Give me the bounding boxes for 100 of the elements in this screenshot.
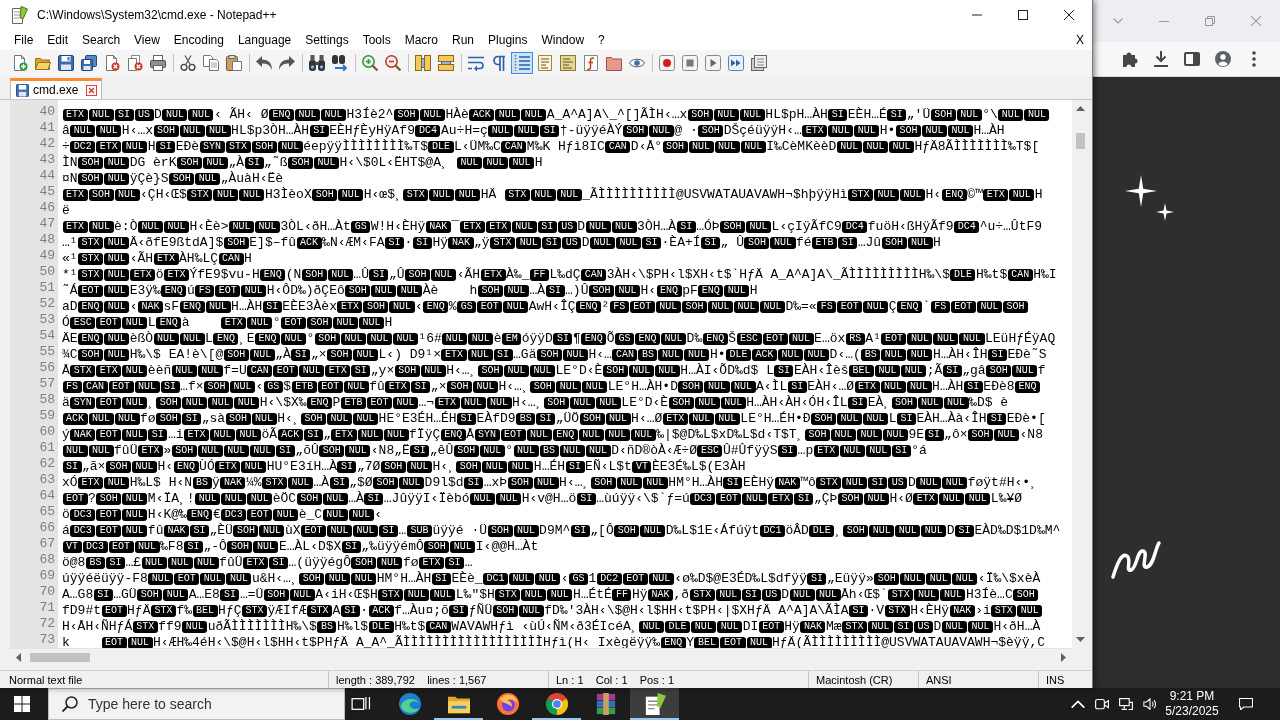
code-line: ˜Á EOT NUL E3ÿ‰ ENQ ú FS EOT NUL H‹ÔD‰)ðÇEô SOH NUL NUL Àè h SOH NUL …À SI …)Û SOH NUL H‹ ENQ pF ENQ NUL H — [62, 283, 758, 299]
toolbar-button[interactable] — [725, 52, 747, 74]
code-line: «¹ STX NUL ‹ÃH ETX ÀH‰LÇ CAN H — [62, 251, 252, 267]
code-line: ä SYN EOT NUL ¸ SOH NUL NUL NUL H‹\$X‰ ENQ P ETB EOT NUL …¬ ETX NUL NUL H‹…¸ SOH NUL NUL LE°D‹È SOH NUL NUL H…ÀH‹ÀH‹ÓH‹ÎL SI EÀ¸ SOH NUL NUL ‰D$ è — [62, 395, 1009, 411]
toolbar-button[interactable] — [748, 52, 770, 74]
status-text: Normal text file — [9, 672, 83, 687]
close-tab-icon[interactable] — [86, 84, 98, 96]
folder-icon — [606, 55, 622, 71]
code-line: …¹ STX NUL Ä‹ðfE9ßtdA]$ SOH E]$–fû ACK ‰N‹ÆM‹FA SI · SI Hÿ NAK „ÿ STX NUL SI US D NUL NUL SI ·ÈA+Í SI „ Û SOH NUL fé ETB SI …Jû SOH NUL H — [62, 235, 941, 251]
toolbar-button[interactable] — [382, 52, 404, 74]
menu-item[interactable]: Edit — [40, 31, 76, 49]
menu-item[interactable]: Macro — [397, 31, 445, 49]
line-number: 42 — [39, 136, 55, 152]
menu-item[interactable]: Settings — [298, 31, 356, 49]
toolbar-button[interactable] — [147, 52, 169, 74]
status-text: Ln : 1 Col : 1 Pos : 1 — [556, 672, 674, 687]
vertical-scrollbar[interactable] — [1072, 100, 1089, 648]
more-icon[interactable] — [1251, 51, 1256, 67]
code-line: â NUL NUL H‹…x SOH NUL NUL HL$p3ÒH…ÀH SI EÈHƒÈyHÿAf9 DC4 Au÷H=ç NUL NUL SI †-üÿÿéÀÝ SOH NUL @ · SOH DŠçéüÿÿH‹… ETX NUL NUL H• SOH NUL NUL H…ÀH — [62, 123, 1005, 139]
record-icon — [659, 55, 675, 71]
menu-item[interactable]: Tools — [355, 31, 398, 49]
menu-item[interactable]: Encoding — [166, 31, 231, 49]
line-number: 48 — [39, 232, 55, 248]
caret-right-icon[interactable] — [1061, 652, 1066, 662]
scroll-thumb[interactable] — [1076, 133, 1085, 149]
scroll-thumb[interactable] — [30, 652, 90, 662]
video-camera-icon[interactable] — [1095, 697, 1109, 711]
toolbar-button[interactable] — [306, 52, 328, 74]
toolbar-button[interactable] — [78, 52, 100, 74]
page-x-icon — [104, 55, 120, 71]
copy-icon — [203, 55, 219, 71]
line-number: 52 — [39, 296, 55, 312]
line-number: 56 — [39, 360, 55, 376]
code-line: aD ENQ NUL ‹ NAK sF ENQ NUL H…ÀH SI EÈE3Àèx ETX SOH NUL ‹ ENQ % GS EOT NUL AwH‹ÎÇ ENQ ² FS EOT NUL SOH NUL NUL NUL D‰=« FS EOT NUL Ç ENQ ` FS EOT NUL SOH — [62, 299, 1029, 315]
code-line: NUL NUL fûÜ ETX » SOH NUL NUL NUL SI „õÛ SOH NUL ‹N8„Ë SI „êÛ SOH NUL ° NUL BS NUL NUL D‹ñD®òÀ‹Æ÷Ø ESC Û#ÛfÿÿS SI …p ETX NUL NUL SI °á — [62, 443, 927, 459]
note-lines-icon — [560, 55, 576, 71]
search-field[interactable]: Type here to search — [48, 688, 345, 720]
code-line: á DC3 EOT NUL fû NAK SI „ÈÜ SOH NUL ùX EOT NUL NUL SI … SUB üÿÿé ·Ü SOH NUL D9M^ SI „[Ô SOH NUL D‰L$1E‹Áfúÿt DC1 öÂD DLE ¸ SOH NUL NUL NUL D SI EÀD‰D$1D‰M^ — [62, 523, 1061, 539]
chevron-up-icon[interactable] — [1071, 699, 1085, 709]
page-lines-icon — [537, 55, 553, 71]
menu-item[interactable]: Window — [534, 31, 592, 49]
download-icon[interactable] — [1152, 51, 1169, 67]
code-line: ETX NUL SI US D NUL NUL ‹ ÃH‹ Ø ENQ NUL NUL H3Íè2^ SOH NUL HÀè ACK NUL NUL A_A^A]A\_^[]ÃÌH‹…x SOH NUL NUL HL$pH…ÀH SI EÈH…É SI „'Ü SOH NUL °\ NUL NUL — [62, 107, 1050, 123]
code-line: ö@8 BS SI …£ NUL NUL NUL fûÜ ETX SI …(üÿÿégÔ SOH NUL fø ETX SI … — [62, 555, 473, 571]
profile-icon[interactable] — [1214, 51, 1231, 67]
start-icon[interactable] — [14, 696, 30, 712]
code-line: ETX NUL è:Ò NUL NUL H‹Èè> NUL NUL 3ÒL‹ðH…Àt GS W!H‹ÈHÿ NAK ¯ ETX ETX NUL SI US D NUL NUL 3ÒH…À SI …ÓÞ SOH NUL L‹çIÿÃfC9 DC4 fuöH‹ßHÿÃf9 DC4 ^u÷…ÛtF9 — [62, 219, 1043, 235]
taskbar-button[interactable] — [630, 688, 679, 720]
code-line: xÓ ETX NUL H‰L$ H‹N BS ÿ NAK ¼% STX NUL …À SI „$Ø SOH NUL D9l$d SI …xÞ SOH NUL H‹…¸ SOH NUL NUL HM°H…ÀH SI EÈHÿ NAK ™ô STX NUL SI US D NUL NUL føÿt#H‹•¸ — [62, 475, 1038, 491]
toolbar-button[interactable] — [656, 52, 678, 74]
floppy-icon — [16, 83, 29, 97]
toolbar-button[interactable] — [177, 52, 199, 74]
caret-left-icon[interactable] — [16, 652, 21, 662]
line-number: 41 — [39, 120, 55, 136]
flame-globe-icon — [496, 693, 519, 715]
close-icon[interactable] — [1064, 10, 1074, 20]
function-page-icon — [583, 55, 599, 71]
maximize-icon[interactable] — [1018, 10, 1028, 20]
code-line: ý NAK EOT NUL SI …i ETX NUL NUL öÃ ACK SI „ ETX NUL NUL fÏÿÇ ENQ Å SYN EOT NUL ENQ NUL NUL NUL ‰|$@D‰L$xD‰L$d‹T$T¸ SOH NUL NUL NUL 9E SI „ô× SOH NUL ‹N8 — [62, 427, 1043, 443]
line-number: 54 — [39, 328, 55, 344]
line-number: 60 — [39, 424, 55, 440]
code-line: úÿÿéëüÿÿ-F8 NUL EOT NUL NUL u&H‹…¸ SOH NUL NUL HM°H…ÀH SI EÈè_ DC1 NUL NUL ‹ GS 1 DC2 EOT NUL ‹ø‰D$@E3ÉD‰L$dfÿÿ SI „Eüÿÿ» SOH NUL NUL NUL ‹Ï‰\$xèÀ — [62, 571, 1041, 587]
line-number: 65 — [39, 504, 55, 520]
menu-item[interactable]: View — [127, 31, 167, 49]
caret-up-icon[interactable] — [1076, 106, 1085, 111]
line-number: 64 — [39, 488, 55, 504]
open-folder-icon — [35, 55, 51, 71]
menu-item[interactable]: Language — [230, 31, 299, 49]
line-number: 45 — [39, 184, 55, 200]
status-text: length : 389,792 lines : 1,567 — [336, 672, 487, 687]
file-tab[interactable]: cmd.exe — [10, 78, 103, 99]
line-number: 69 — [39, 568, 55, 584]
stop-icon — [682, 55, 698, 71]
swirl-icon — [398, 693, 421, 715]
code-line: Ó ESC EOT NUL L ENQ à ETX NUL ° EOT SOH NUL NUL H — [62, 315, 393, 331]
network-icon[interactable] — [1119, 697, 1133, 711]
toolbar-button[interactable] — [223, 52, 245, 74]
code-line: FS CAN EOT NUL SI …f× SOH NUL ‹ GS $ ETB EOT NUL fû ETX SI „× SOH NUL H‹…¸ SOH NUL NUL LE°H…ÀH•D SOH NUL NUL A‹ÌL SI EÀH‹…Ø ETX NUL NUL H…ÀH SI EÐè8 ENQ — [62, 379, 1041, 395]
stacked-panes-icon — [438, 55, 454, 71]
line-number: 53 — [39, 312, 55, 328]
menu-item[interactable]: ? — [591, 31, 612, 49]
code-line: EOT ? SOH NUL M‹ÏA¸! NUL NUL NUL èÖC SOH NUL …À SI …JûÿÿI‹Ïèbó NUL NUL H‹v@H…ö SI …ùúÿÿ‹\$`ƒ=ú DC3 EOT NUL ETX SI „ÇÞ SOH NUL H‹Ø ETX NUL NUL L‰¥Ø — [62, 491, 1023, 507]
volume-icon[interactable] — [1143, 697, 1157, 711]
puzzle-icon[interactable] — [1121, 51, 1138, 67]
line-number: 67 — [39, 536, 55, 552]
menu-item[interactable]: Search — [75, 31, 128, 49]
window-title: C:\Windows\System32\cmd.exe - Notepad++ — [37, 8, 278, 22]
notification-icon[interactable] — [1239, 697, 1253, 711]
code-line: *¹ STX NUL ETX ö ETX ÝfE9$vu-H ENQ (N SOH NUL …Û SI „Û SOH NUL ‹ÃH ETX À‰_ FF L‰dÇ CAN 3ÀH‹\$PH‹l$XH‹t$`HƒÄ A_A^A]A\_ÃÌÌÌÌÌÌÌÌÌH‰\$ DLE H‰t$ CAN H‰I — [62, 267, 1057, 283]
toolbar-button[interactable] — [702, 52, 724, 74]
menu-item[interactable]: Plugins — [481, 31, 535, 49]
menu-item[interactable]: Run — [445, 31, 482, 49]
menu-item[interactable]: File — [7, 31, 41, 49]
code-line: ÌN SOH NUL DG èrK SOH NUL „À SI „˜ß SOH NUL H‹\$0L‹ËHT$@A¸ NUL NUL NUL H — [62, 155, 543, 171]
code-line: ACK NUL NUL fø SOH SI „sà SOH NUL H‹¸ SOH NUL NUL HE°E3ÉH…ÉH SI EÀfD9 BS SI „ÜÖ SOH NUL H‹…Ø ETX NUL NUL LE°H…ÉH•Ð SOH NUL NUL L SI EÀH…Àà‹ÎH SI EÐè•[ — [62, 411, 1046, 427]
caret-down-icon[interactable] — [1076, 637, 1085, 642]
line-number: 61 — [39, 440, 55, 456]
toolbar-button[interactable] — [55, 52, 77, 74]
side-panel-icon[interactable] — [1183, 51, 1200, 67]
close-document-button[interactable]: X — [1076, 31, 1084, 49]
